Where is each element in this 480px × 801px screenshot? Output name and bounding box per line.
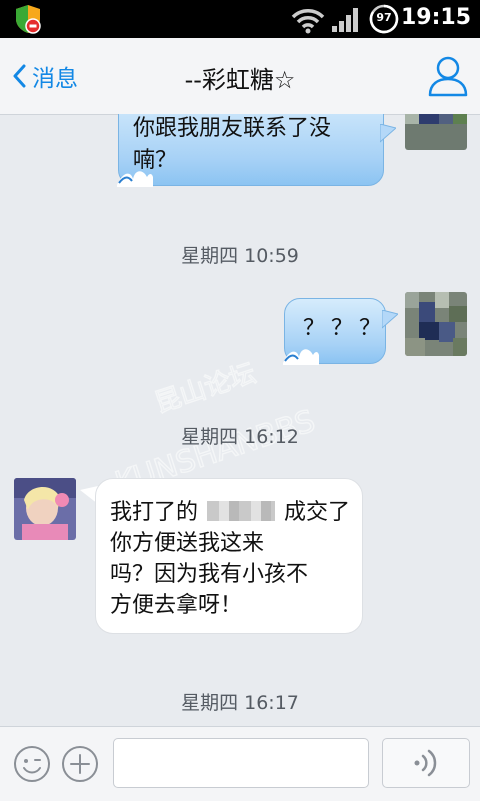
contact-photo-image — [14, 478, 76, 540]
bubble-tail — [380, 124, 396, 143]
nav-bar: 消息 --彩虹糖☆ — [0, 38, 480, 115]
message-line: 吗？因为我有小孩不 — [110, 562, 309, 587]
timestamp: 星期四 10:59 — [181, 245, 299, 267]
outgoing-message-bubble[interactable]: 你跟我朋友联系了没 喃？ — [117, 114, 384, 187]
status-time: 19:15 — [400, 5, 471, 30]
message-input-bar — [0, 726, 480, 801]
message-line: 喃？ — [133, 148, 178, 173]
message-line: 成交了 — [284, 500, 351, 525]
bubble-tail — [382, 310, 398, 329]
contact-profile-icon[interactable] — [426, 52, 470, 98]
wifi-icon — [291, 9, 325, 34]
page-title: --彩虹糖☆ — [184, 66, 296, 94]
my-avatar[interactable] — [405, 114, 467, 150]
voice-input-button[interactable] — [382, 738, 470, 788]
message-text-input[interactable] — [113, 738, 369, 788]
wave-decoration-icon — [117, 171, 153, 187]
my-avatar[interactable] — [405, 292, 467, 356]
message-line: 你方便送我这来 — [110, 531, 265, 556]
message-line: 方便去拿呀！ — [110, 593, 243, 618]
voice-wave-icon — [414, 749, 437, 777]
message-line: 我打了的 — [110, 500, 199, 525]
status-bar: 97 19:15 — [0, 0, 480, 38]
redacted-text — [207, 501, 276, 521]
timestamp: 星期四 16:12 — [181, 426, 299, 448]
message-line-row: 我打了的 成交了 — [110, 497, 350, 528]
svg-text:昆山论坛: 昆山论坛 — [151, 358, 259, 419]
contact-avatar[interactable] — [14, 478, 76, 540]
incoming-message-bubble[interactable]: 我打了的 成交了 你方便送我这来 吗？因为我有小孩不 方便去拿呀！ — [95, 478, 363, 634]
add-attachment-icon[interactable] — [61, 745, 99, 783]
message-line: 你跟我朋友联系了没 — [133, 116, 332, 141]
battery-indicator: 97 — [368, 4, 402, 34]
emoji-icon[interactable] — [13, 745, 51, 783]
pixelated-avatar-image — [405, 114, 467, 150]
chat-history[interactable]: 你跟我朋友联系了没 喃？ 星期四 10:59 ？？？ 昆山论坛 KUNSHANB… — [0, 114, 480, 726]
signal-strength-icon — [332, 8, 358, 32]
security-shield-icon — [16, 5, 41, 34]
forum-watermark: 昆山论坛 KUNSHANBBS — [111, 358, 321, 490]
timestamp: 星期四 16:17 — [181, 692, 299, 714]
battery-level-text: 97 — [376, 11, 392, 24]
pixelated-avatar-image — [405, 292, 467, 356]
